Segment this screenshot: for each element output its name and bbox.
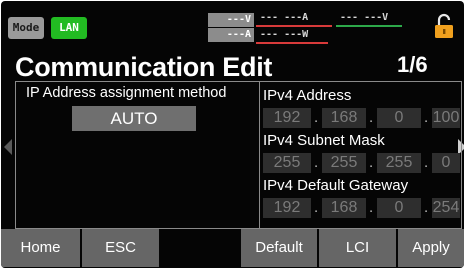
ipv4-address-octet-1[interactable]: 192 [263, 108, 311, 128]
page-title: Communication Edit [15, 52, 273, 82]
ipv4-address-label: IPv4 Address [263, 87, 352, 104]
ipv4-address-octet-4[interactable]: 100 [432, 108, 460, 128]
ip-assignment-select[interactable]: AUTO [72, 106, 196, 131]
device-screen: Mode LAN ---V ---A --- ---A --- ---V ---… [1, 1, 464, 268]
octet-separator: . [424, 154, 429, 171]
default-button[interactable]: Default [241, 229, 319, 267]
apply-button[interactable]: Apply [398, 229, 464, 267]
meter-power-readout: --- ---W [260, 29, 309, 40]
octet-separator: . [369, 109, 374, 126]
lock-icon[interactable] [432, 13, 456, 39]
subnet-mask-octet-2[interactable]: 255 [322, 153, 366, 173]
settings-panel: IP Address assignment method AUTO IPv4 A… [15, 81, 462, 229]
octet-separator: . [424, 109, 429, 126]
home-button[interactable]: Home [1, 229, 82, 267]
octet-separator: . [369, 199, 374, 216]
octet-separator: . [314, 109, 319, 126]
mode-badge[interactable]: Mode [8, 17, 44, 39]
ipv4-address-octet-2[interactable]: 168 [322, 108, 366, 128]
meter-voltage-box: ---V [208, 13, 254, 27]
esc-button[interactable]: ESC [82, 229, 161, 267]
octet-separator: . [424, 199, 429, 216]
meter-voltage-readout: --- ---V [340, 12, 389, 23]
gateway-octet-2[interactable]: 168 [322, 198, 366, 218]
ipv4-gateway-label: IPv4 Default Gateway [263, 177, 409, 194]
meter-power-line [256, 42, 328, 44]
gateway-octet-3[interactable]: 0 [377, 198, 421, 218]
page-indicator: 1/6 [397, 52, 428, 77]
lan-status-badge: LAN [51, 17, 87, 39]
octet-separator: . [314, 154, 319, 171]
panel-divider [259, 82, 260, 228]
ipv4-subnet-mask-label: IPv4 Subnet Mask [263, 132, 385, 149]
subnet-mask-octet-1[interactable]: 255 [263, 153, 311, 173]
meter-current-readout: --- ---A [260, 12, 309, 23]
subnet-mask-octet-3[interactable]: 255 [377, 153, 421, 173]
subnet-mask-octet-4[interactable]: 0 [432, 153, 460, 173]
gateway-octet-1[interactable]: 192 [263, 198, 311, 218]
ipv4-address-octet-3[interactable]: 0 [377, 108, 421, 128]
ip-assignment-label: IP Address assignment method [26, 85, 227, 101]
octet-separator: . [369, 154, 374, 171]
previous-page-arrow-icon[interactable] [4, 139, 12, 155]
octet-separator: . [314, 199, 319, 216]
lci-button[interactable]: LCI [319, 229, 398, 267]
meter-current-line [256, 25, 332, 27]
meter-current-box: ---A [208, 28, 254, 42]
meter-voltage-line [336, 25, 402, 27]
gateway-octet-4[interactable]: 254 [432, 198, 460, 218]
output-meter: ---V ---A --- ---A --- ---V --- ---W [208, 11, 410, 44]
